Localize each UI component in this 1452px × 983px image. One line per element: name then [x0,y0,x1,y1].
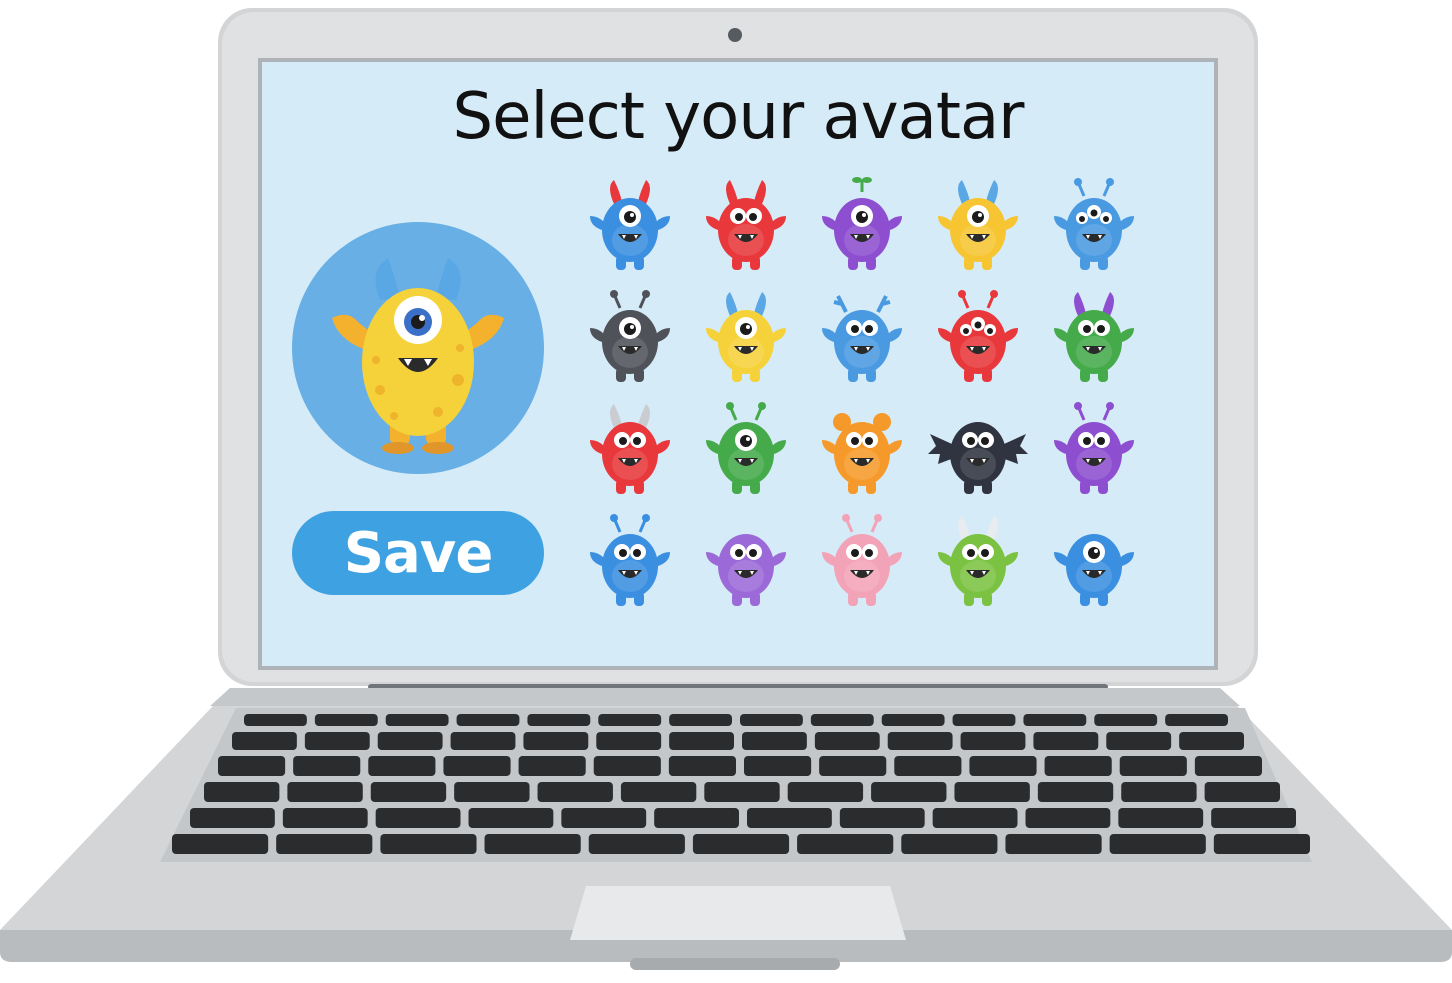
selected-avatar-preview [292,222,544,474]
green-horned-monster-icon [1054,292,1134,382]
avatar-option-blue-slug-monster[interactable] [580,510,680,610]
screen: Select your avatar Save [262,62,1214,666]
purple-goggle-monster-icon [706,534,786,606]
avatar-option-green-slug-monster[interactable] [696,398,796,498]
purple-tongue-monster-icon [1054,402,1134,494]
avatar-option-purple-tongue-monster[interactable] [1044,398,1144,498]
blue-cyclops-monster-icon [1054,534,1134,606]
avatar-option-orange-bear-monster[interactable] [812,398,912,498]
blue-tentacle-monster-icon [1054,178,1134,270]
green-blob-monster-icon [938,516,1018,606]
orange-bear-monster-icon [822,413,902,494]
pink-spotted-monster-icon [822,514,902,606]
page-title: Select your avatar [452,80,1025,154]
avatar-option-green-horned-monster[interactable] [1044,286,1144,386]
avatar-option-red-blob-monster[interactable] [580,398,680,498]
avatar-option-pink-spotted-monster[interactable] [812,510,912,610]
avatar-option-blue-cyclops-monster[interactable] [1044,510,1144,610]
yellow-cyclops-monster-icon [332,258,504,454]
purple-sprout-monster-icon [822,177,902,270]
blue-furry-monster-icon [822,295,902,382]
blue-slug-monster-icon [590,514,670,606]
yellow-winged-monster-icon [938,180,1018,270]
red-antenna-monster-icon [938,290,1018,382]
save-button[interactable]: Save [292,511,544,595]
red-horned-monster-icon [706,180,786,270]
red-blob-monster-icon [590,404,670,494]
avatar-option-yellow-cyclops-monster[interactable] [696,286,796,386]
avatar-option-blue-tentacle-monster[interactable] [1044,174,1144,274]
avatar-grid [580,174,1160,614]
avatar-option-blue-furry-monster[interactable] [812,286,912,386]
green-slug-monster-icon [706,402,786,494]
avatar-option-bat-wing-monster[interactable] [928,398,1028,498]
avatar-option-purple-sprout-monster[interactable] [812,174,912,274]
avatar-option-red-horned-monster[interactable] [696,174,796,274]
webcam-icon [728,28,742,42]
yellow-cyclops-monster-icon [706,292,786,382]
avatar-option-yellow-winged-monster[interactable] [928,174,1028,274]
avatar-option-blue-horned-monster[interactable] [580,174,680,274]
gray-shadow-monster-icon [590,290,670,382]
avatar-option-purple-goggle-monster[interactable] [696,510,796,610]
blue-horned-monster-icon [590,180,670,270]
avatar-option-green-blob-monster[interactable] [928,510,1028,610]
bat-wing-monster-icon [928,422,1028,494]
avatar-option-red-antenna-monster[interactable] [928,286,1028,386]
avatar-option-gray-shadow-monster[interactable] [580,286,680,386]
